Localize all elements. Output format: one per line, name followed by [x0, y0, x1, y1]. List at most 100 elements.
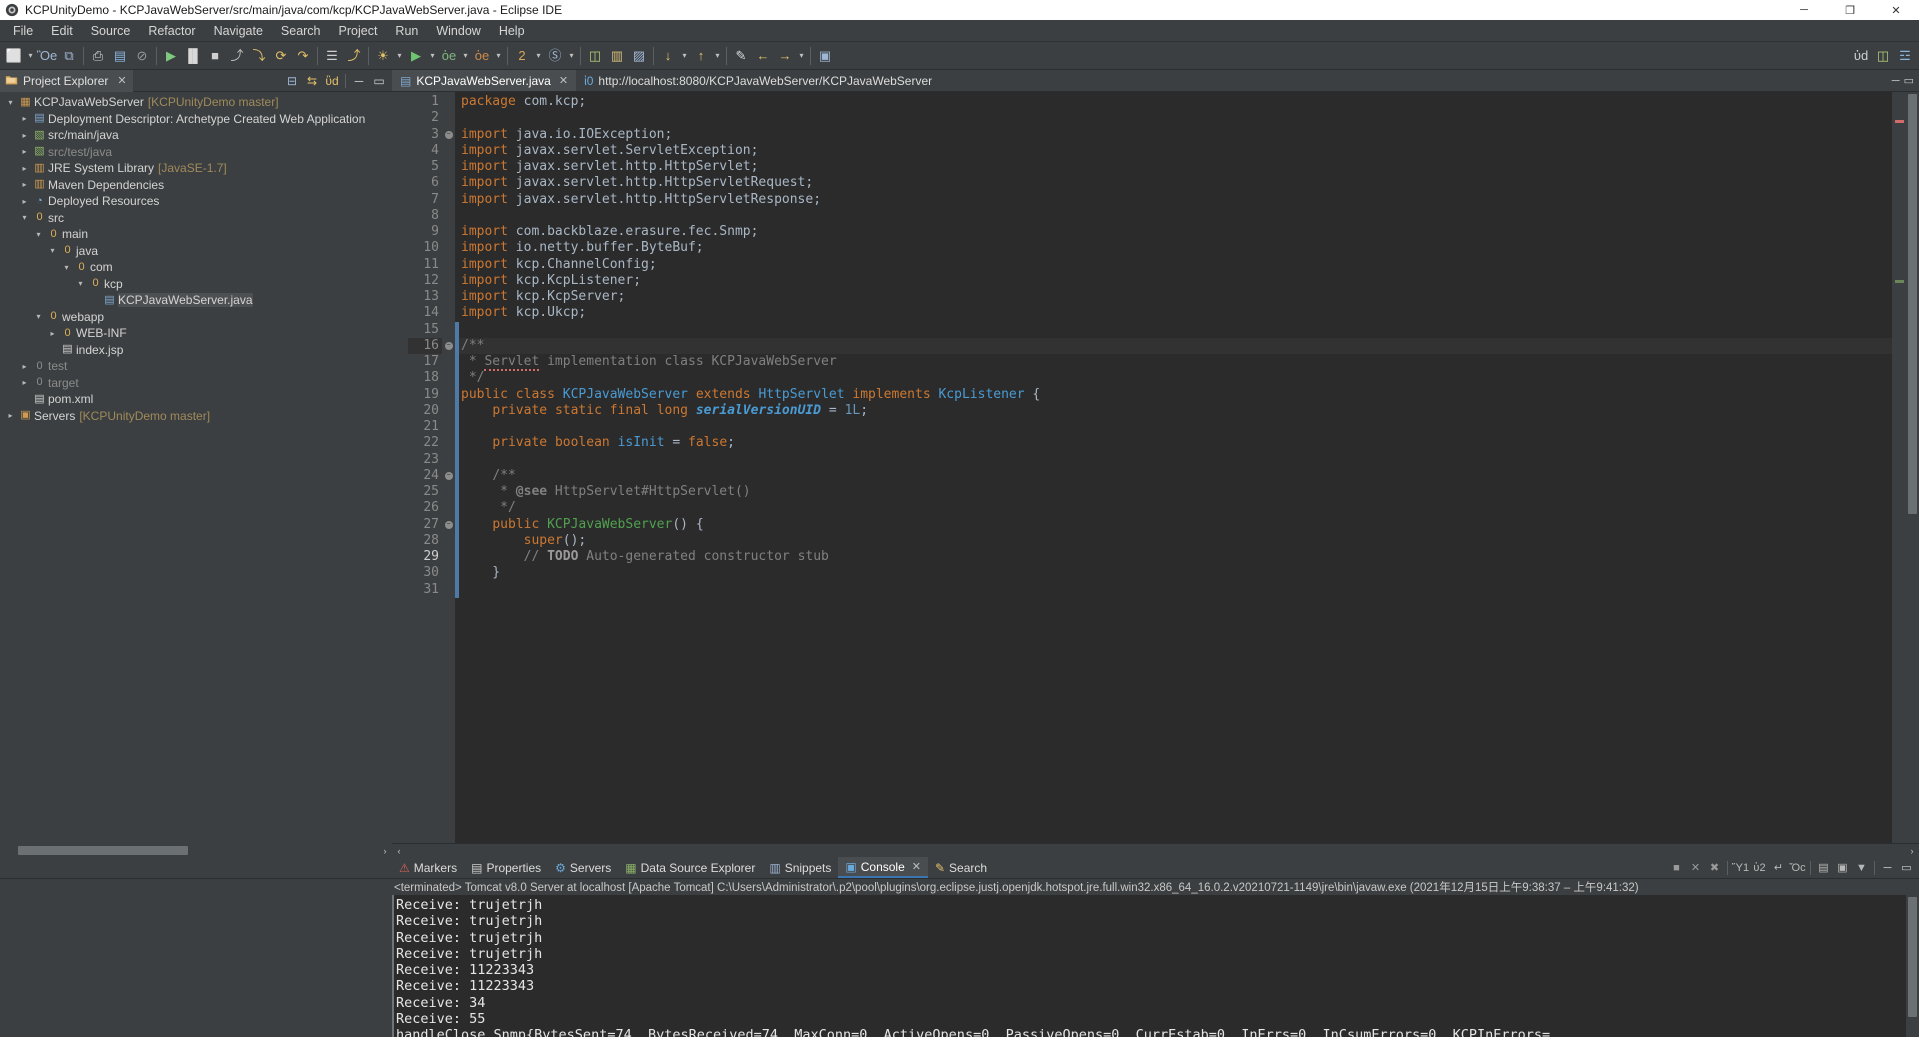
- maximize-editor-icon[interactable]: ▭: [1904, 74, 1914, 87]
- chevron-down-icon[interactable]: ▾: [32, 312, 45, 321]
- remove-launch-icon[interactable]: ✕: [1687, 859, 1704, 877]
- maximize-view-icon[interactable]: ▭: [370, 72, 388, 90]
- chevron-right-icon[interactable]: ▸: [18, 164, 31, 173]
- console-tab-snippets[interactable]: ▥ Snippets: [762, 857, 838, 878]
- step-return-icon[interactable]: ↷: [292, 45, 314, 67]
- open-task-icon[interactable]: ▤: [109, 45, 131, 67]
- disconnect-icon[interactable]: ⤴: [226, 45, 248, 67]
- display-selected-console-icon[interactable]: ▤: [1815, 859, 1832, 877]
- chevron-down-icon[interactable]: ▾: [25, 45, 36, 67]
- suspend-icon[interactable]: ▐▌: [182, 45, 204, 67]
- code-line[interactable]: private boolean isInit = false;: [459, 435, 1892, 451]
- menu-edit[interactable]: Edit: [42, 22, 82, 40]
- code-line[interactable]: import javax.servlet.ServletException;: [459, 143, 1892, 159]
- minimize-editor-icon[interactable]: ─: [1892, 75, 1900, 87]
- tree-item-pom-xml[interactable]: ▤ pom.xml: [0, 391, 392, 408]
- code-line[interactable]: /**: [459, 338, 1892, 354]
- coverage-icon[interactable]: ὁe: [471, 45, 493, 67]
- code-line[interactable]: import io.netty.buffer.ByteBuf;: [459, 240, 1892, 256]
- tree-item-deployed-resources[interactable]: ▸ ◔ Deployed Resources: [0, 193, 392, 210]
- tree-item-index-jsp[interactable]: ▤ index.jsp: [0, 342, 392, 359]
- console-vscrollbar[interactable]: [1906, 895, 1919, 1037]
- menu-refactor[interactable]: Refactor: [139, 22, 204, 40]
- overview-marker[interactable]: [1895, 120, 1904, 123]
- editor-hscrollbar[interactable]: ‹ ›: [392, 843, 1919, 857]
- tree-item-java[interactable]: ▾ ὜0 java: [0, 243, 392, 260]
- code-line[interactable]: import kcp.KcpListener;: [459, 273, 1892, 289]
- skip-breakpoints-icon[interactable]: ⤴: [343, 45, 365, 67]
- scroll-lock-icon[interactable]: ὑ2: [1751, 859, 1768, 877]
- tree-item-kcpjavawebserver[interactable]: ▾ ▦ KCPJavaWebServer [KCPUnityDemo master]: [0, 94, 392, 111]
- console-tab-properties[interactable]: ▤ Properties: [464, 857, 548, 878]
- search-toolbar-icon[interactable]: Ⓢ: [544, 45, 566, 67]
- new-server-icon[interactable]: ὜2: [511, 45, 533, 67]
- open-task-2-icon[interactable]: ▨: [628, 45, 650, 67]
- minimize-console-icon[interactable]: ─: [1879, 859, 1896, 877]
- code-line[interactable]: import com.backblaze.erasure.fec.Snmp;: [459, 224, 1892, 240]
- console-tab-servers[interactable]: ⚙ Servers: [548, 857, 618, 878]
- scroll-left-arrow[interactable]: ‹: [392, 846, 406, 856]
- code-line[interactable]: [459, 208, 1892, 224]
- console-tab-search[interactable]: ✎ Search: [928, 857, 994, 878]
- editor-tab-kcpjavawebserver-java[interactable]: ▤ KCPJavaWebServer.java ✕: [392, 70, 576, 91]
- code-line[interactable]: import javax.servlet.http.HttpServlet;: [459, 159, 1892, 175]
- chevron-right-icon[interactable]: ▸: [18, 197, 31, 206]
- save-icon[interactable]: Ὃe: [36, 45, 58, 67]
- code-line[interactable]: package com.kcp;: [459, 94, 1892, 110]
- overview-marker[interactable]: [1895, 280, 1904, 283]
- link-with-editor-icon[interactable]: ⇆: [303, 72, 321, 90]
- open-perspective-right-icon[interactable]: ◫: [1872, 45, 1894, 67]
- tree-item-test[interactable]: ▸ ὜0 test: [0, 358, 392, 375]
- pin-console-icon[interactable]: Ὄc: [1789, 859, 1806, 877]
- code-line[interactable]: import javax.servlet.http.HttpServletRes…: [459, 192, 1892, 208]
- console-tab-markers[interactable]: ⚠ Markers: [392, 857, 464, 878]
- chevron-right-icon[interactable]: ▸: [18, 114, 31, 123]
- code-line[interactable]: import kcp.KcpServer;: [459, 289, 1892, 305]
- open-type-icon[interactable]: ▥: [606, 45, 628, 67]
- forward-icon[interactable]: →: [774, 45, 796, 67]
- chevron-right-icon[interactable]: ▸: [18, 147, 31, 156]
- fold-toggle-icon[interactable]: −: [442, 127, 455, 143]
- chevron-down-icon[interactable]: ▾: [4, 98, 17, 107]
- console-tab-console[interactable]: ▣ Console ✕: [838, 857, 928, 878]
- code-line[interactable]: import kcp.ChannelConfig;: [459, 257, 1892, 273]
- word-wrap-icon[interactable]: ↵: [1770, 859, 1787, 877]
- code-line[interactable]: import java.io.IOException;: [459, 127, 1892, 143]
- chevron-down-icon[interactable]: ▾: [460, 45, 471, 67]
- tree-item-web-inf[interactable]: ▸ ὜0 WEB-INF: [0, 325, 392, 342]
- chevron-down-icon[interactable]: ▾: [427, 45, 438, 67]
- menu-search[interactable]: Search: [272, 22, 330, 40]
- chevron-down-icon[interactable]: ▾: [18, 213, 31, 222]
- tree-item-kcpjavawebserver-java[interactable]: ▤ KCPJavaWebServer.java: [0, 292, 392, 309]
- save-all-icon[interactable]: ⧉: [58, 45, 80, 67]
- tree-item-kcp[interactable]: ▾ ὜0 kcp: [0, 276, 392, 293]
- clear-console-icon[interactable]: Ὕ1: [1732, 859, 1749, 877]
- tree-item-src-test-java[interactable]: ▸ ▧ src/test/java: [0, 144, 392, 161]
- open-console-icon[interactable]: ☰: [321, 45, 343, 67]
- code-line[interactable]: import kcp.Ukcp;: [459, 305, 1892, 321]
- java-ee-perspective-icon[interactable]: ☲: [1894, 45, 1916, 67]
- minimize-view-icon[interactable]: ─: [350, 72, 368, 90]
- code-line[interactable]: */: [459, 370, 1892, 386]
- editor-overview-ruler[interactable]: [1892, 92, 1906, 843]
- chevron-right-icon[interactable]: ▸: [18, 378, 31, 387]
- chevron-down-icon[interactable]: ▾: [493, 45, 504, 67]
- terminate-console-icon[interactable]: ■: [1668, 859, 1685, 877]
- tree-item-webapp[interactable]: ▾ ὜0 webapp: [0, 309, 392, 326]
- fold-toggle-icon[interactable]: −: [442, 517, 455, 533]
- code-line[interactable]: * @see HttpServlet#HttpServlet(): [459, 484, 1892, 500]
- chevron-down-icon[interactable]: ▾: [712, 45, 723, 67]
- chevron-down-icon[interactable]: ▾: [796, 45, 807, 67]
- code-line[interactable]: [459, 452, 1892, 468]
- maximize-console-icon[interactable]: ▭: [1898, 859, 1915, 877]
- code-line[interactable]: /**: [459, 468, 1892, 484]
- tree-item-com[interactable]: ▾ ὜0 com: [0, 259, 392, 276]
- code-line[interactable]: [459, 110, 1892, 126]
- terminate-icon[interactable]: ■: [204, 45, 226, 67]
- code-line[interactable]: }: [459, 565, 1892, 581]
- new-java-class-icon[interactable]: ☀: [372, 45, 394, 67]
- close-icon[interactable]: ✕: [912, 860, 921, 873]
- close-icon[interactable]: ✕: [117, 74, 126, 87]
- menu-source[interactable]: Source: [82, 22, 140, 40]
- fold-toggle-icon[interactable]: −: [442, 338, 455, 354]
